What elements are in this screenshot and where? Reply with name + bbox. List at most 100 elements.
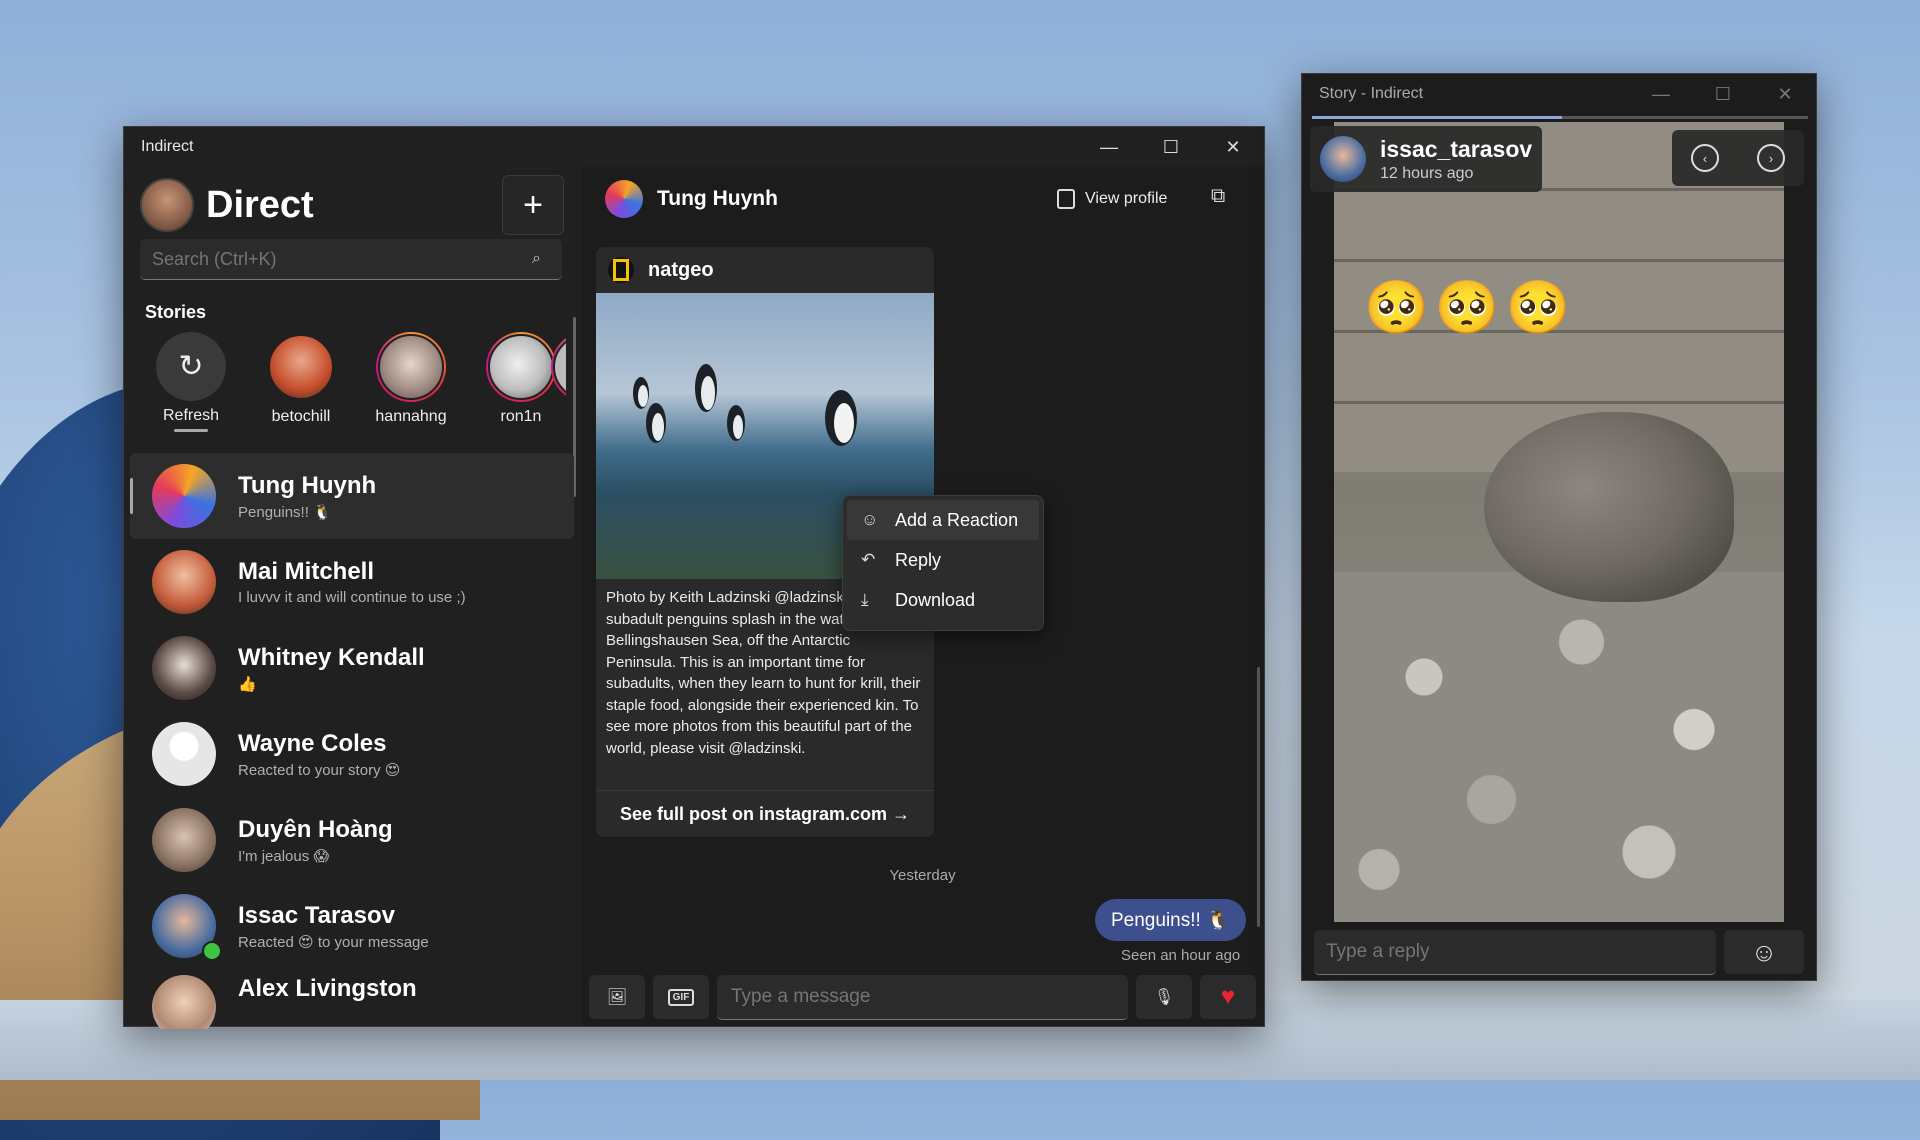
conversation-avatar <box>152 636 216 700</box>
open-external-icon[interactable]: ⧉ <box>1211 185 1225 208</box>
search-icon[interactable]: ⌕ <box>532 250 562 268</box>
conversation-name: Tung Huynh <box>238 471 377 499</box>
story-window-title: Story - Indirect <box>1319 85 1424 102</box>
main-window: Indirect — ☐ ✕ Direct + ⌕ Stories ↻ Refr… <box>123 126 1265 1029</box>
refresh-underline <box>174 429 208 432</box>
conversation-item[interactable]: Whitney Kendall 👍 <box>130 625 574 711</box>
seen-status: Seen an hour ago <box>1121 947 1241 964</box>
sidebar-header: Direct <box>140 175 314 235</box>
emoji-picker-icon[interactable]: ☺ <box>1724 930 1804 974</box>
next-story-icon[interactable]: › <box>1757 144 1785 172</box>
profile-avatar[interactable] <box>140 178 194 232</box>
story-image[interactable]: 🥺🥺🥺 <box>1334 122 1784 922</box>
minimize-button[interactable]: — <box>1630 74 1692 114</box>
message-input[interactable] <box>717 985 1128 1009</box>
chat-scrollbar[interactable] <box>1257 667 1260 927</box>
window-title: Indirect <box>141 138 194 155</box>
conversation-preview: Reacted to your story 😍 <box>238 761 401 779</box>
conversation-preview: 👍 <box>238 675 257 693</box>
story-progress-bar <box>1312 116 1808 119</box>
story-avatar[interactable] <box>486 332 556 402</box>
story-titlebar: Story - Indirect — ☐ ✕ <box>1302 74 1816 114</box>
story-user-avatar[interactable] <box>1320 136 1366 182</box>
menu-item-download[interactable]: ⤓ Download <box>847 580 1039 620</box>
view-profile-label: View profile <box>1085 190 1168 207</box>
story-progress-fill <box>1312 116 1562 119</box>
conversation-preview: I luvvv it and will continue to use ;) <box>238 589 466 606</box>
message-box <box>717 975 1128 1020</box>
conversation-avatar <box>152 975 216 1029</box>
maximize-button[interactable]: ☐ <box>1140 127 1202 167</box>
menu-item-reply[interactable]: ↶ Reply <box>847 540 1039 580</box>
close-button[interactable]: ✕ <box>1754 74 1816 114</box>
reply-box <box>1314 930 1716 975</box>
conversation-item[interactable]: Issac Tarasov Reacted 😍 to your message <box>130 883 574 969</box>
my-message-bubble[interactable]: Penguins!! 🐧 <box>1095 899 1246 941</box>
conversation-item[interactable]: Tung Huynh Penguins!! 🐧 <box>130 453 574 539</box>
story-refresh[interactable]: ↻ Refresh <box>136 332 246 432</box>
stories-row: ↻ Refresh betochill hannahng ron1n <box>136 332 566 432</box>
story-emojis: 🥺🥺🥺 <box>1364 279 1577 337</box>
profile-card-icon <box>1057 189 1075 209</box>
natgeo-logo-icon <box>608 257 634 283</box>
conversation-item[interactable]: Alex Livingston <box>130 969 574 1029</box>
story-avatar[interactable] <box>266 332 336 402</box>
conversation-name: Duyên Hoàng <box>238 815 393 843</box>
gif-button[interactable]: GIF <box>653 975 709 1019</box>
conversation-item[interactable]: Wayne Coles Reacted to your story 😍 <box>130 711 574 797</box>
story-name: Refresh <box>162 407 220 425</box>
refresh-icon[interactable]: ↻ <box>156 332 226 402</box>
conversation-avatar <box>152 550 216 614</box>
view-profile-button[interactable]: View profile <box>1057 189 1167 209</box>
close-button[interactable]: ✕ <box>1202 127 1264 167</box>
search-input[interactable] <box>140 247 532 271</box>
sidebar-title: Direct <box>206 183 314 226</box>
story-name: ron1n <box>500 408 542 425</box>
previous-story-icon[interactable]: ‹ <box>1691 144 1719 172</box>
heart-icon: ♥ <box>1220 983 1236 1010</box>
maximize-button[interactable]: ☐ <box>1692 74 1754 114</box>
see-full-post-link[interactable]: See full post on instagram.com → <box>596 790 934 837</box>
reply-input[interactable] <box>1314 940 1716 964</box>
story-username[interactable]: issac_tarasov <box>1380 136 1532 163</box>
online-status-icon <box>202 941 222 961</box>
story-nav: ‹ › <box>1672 130 1804 186</box>
conversation-name: Issac Tarasov <box>238 901 395 929</box>
image-icon[interactable]: 🖼 <box>589 975 645 1019</box>
message-context-menu: ☺ Add a Reaction ↶ Reply ⤓ Download <box>842 495 1044 631</box>
menu-item-add-reaction[interactable]: ☺ Add a Reaction <box>847 500 1039 540</box>
day-separator: Yesterday <box>889 867 956 884</box>
story-ron1n[interactable]: ron1n <box>466 332 566 432</box>
raccoon-figure <box>1484 412 1734 602</box>
minimize-button[interactable]: — <box>1078 127 1140 167</box>
story-time: 12 hours ago <box>1380 164 1474 182</box>
smiley-icon: ☺ <box>861 510 879 529</box>
conversation-name: Alex Livingston <box>238 975 417 1002</box>
contact-name[interactable]: Tung Huynh <box>657 187 778 211</box>
story-hannahng[interactable]: hannahng <box>356 332 466 432</box>
conversation-avatar <box>152 808 216 872</box>
composer: 🖼 GIF 🎙 ♥ <box>589 975 1256 1021</box>
story-avatar[interactable] <box>376 332 446 402</box>
conversation-preview: Penguins!! 🐧 <box>238 503 332 521</box>
conversation-item[interactable]: Mai Mitchell I luvvv it and will continu… <box>130 539 574 625</box>
conversation-name: Mai Mitchell <box>238 558 375 585</box>
search-box: ⌕ <box>140 239 562 280</box>
conversation-name: Wayne Coles <box>238 729 387 757</box>
story-betochill[interactable]: betochill <box>246 332 356 432</box>
reply-icon: ↶ <box>861 550 876 569</box>
menu-item-label: Reply <box>895 549 942 570</box>
conversation-avatar <box>152 464 216 528</box>
heart-button[interactable]: ♥ <box>1200 975 1256 1019</box>
rocks-foreground <box>1334 572 1784 922</box>
menu-item-label: Add a Reaction <box>895 509 1019 530</box>
contact-avatar[interactable] <box>605 180 643 218</box>
post-account: natgeo <box>648 258 714 281</box>
microphone-icon[interactable]: 🎙 <box>1136 975 1192 1019</box>
conversation-list: Tung Huynh Penguins!! 🐧 Mai Mitchell I l… <box>130 453 574 1029</box>
conversation-item[interactable]: Duyên Hoàng I'm jealous 😱 <box>130 797 574 883</box>
stories-label: Stories <box>145 302 207 322</box>
story-name: betochill <box>271 408 331 425</box>
new-message-button[interactable]: + <box>502 175 564 235</box>
sidebar: Direct + ⌕ Stories ↻ Refresh betochill h… <box>124 167 576 1029</box>
